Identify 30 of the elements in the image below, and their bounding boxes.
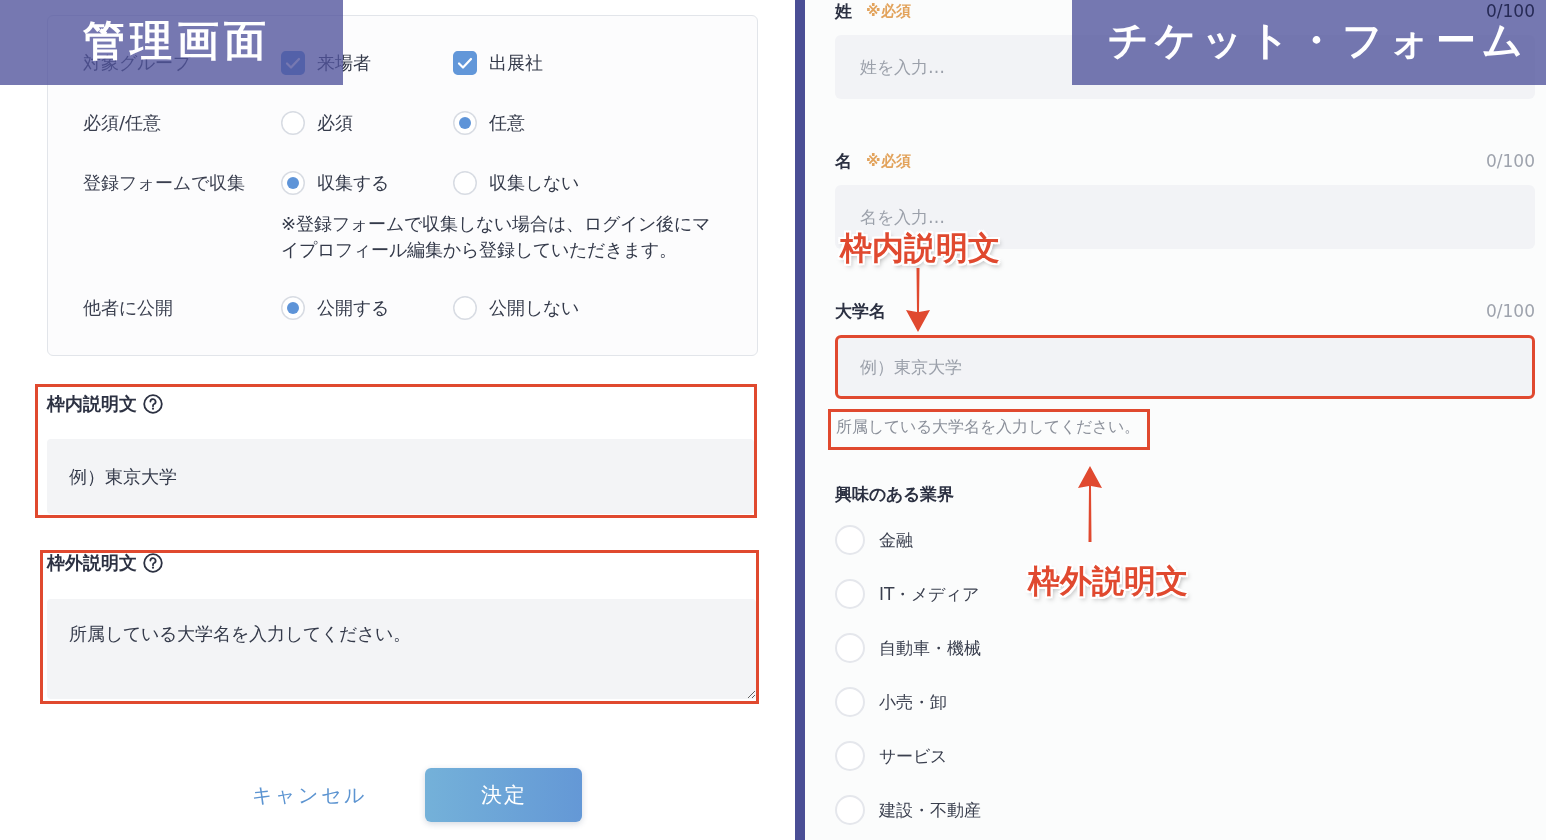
option-label: 建設・不動産 [879,798,981,822]
annotation-label: 枠外説明文 [1028,563,1188,599]
help-text: 所属している大学名を入力してください。 [836,417,1140,436]
field-label: 名 [835,149,852,173]
option-label: 出展社 [489,51,543,75]
required-mark: ※必須 [866,151,911,171]
option-label: 公開する [317,296,389,320]
option-label: 任意 [489,111,525,135]
option-label: 金融 [879,528,913,552]
option-label: サービス [879,744,947,768]
character-counter: 0/100 [1486,301,1535,321]
character-counter: 0/100 [1486,151,1535,171]
option-label: 収集しない [489,171,579,195]
setting-label: 必須/任意 [83,111,163,135]
setting-label: 登録フォームで収集 [83,171,246,195]
option-label: IT・メディア [879,582,980,606]
option-label: 公開しない [489,296,579,320]
option-label: 小売・卸 [879,690,947,714]
setting-note: ※登録フォームで収集しない場合は、ログイン後にマイプロフィール編集から登録していただきます。 [281,212,712,262]
field-label: 枠内説明文 [47,392,137,416]
option-label: 必須 [317,111,353,135]
option-label: 収集する [317,171,389,195]
character-counter: 0/100 [1486,1,1535,21]
option-label: 自動車・機械 [879,636,981,660]
field-label: 大学名 [835,299,886,323]
field-label: 興味のある業界 [835,482,954,506]
setting-label: 他者に公開 [83,296,174,320]
required-mark: ※必須 [866,1,911,21]
field-label: 姓 [835,0,852,23]
field-label: 枠外説明文 [47,551,137,575]
